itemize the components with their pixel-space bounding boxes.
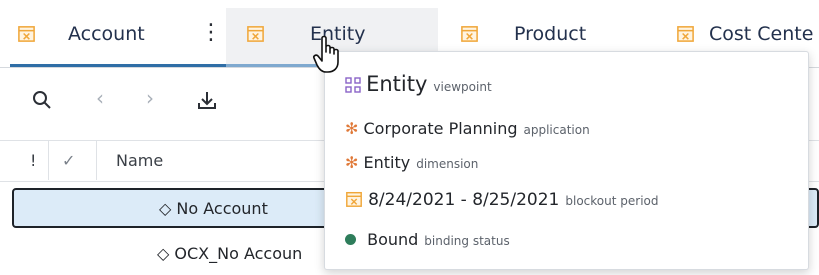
hand-pointer-icon [313,35,339,73]
row-name-text: OCX_No Accoun [174,244,303,263]
popup-binding: Bound [367,230,419,249]
popup-binding-line: Bound binding status [345,230,510,249]
chevron-right-icon[interactable]: › [146,86,154,110]
viewpoint-icon [345,77,361,93]
column-header-check[interactable]: ✓ [62,151,75,170]
calendar-icon [677,26,694,42]
more-vertical-icon[interactable]: ⋮ [200,20,222,45]
column-separator [48,140,49,180]
popup-application-type: application [523,123,590,137]
row-name-cell: ◇ No Account [159,199,268,218]
popup-title: Entity [366,72,428,96]
popup-blockout-line: 8/24/2021 - 8/25/2021 blockout period [345,190,658,210]
calendar-icon [247,26,264,42]
popup-dimension: Entity [363,153,411,172]
tab-product-label: Product [514,23,587,45]
column-header-name[interactable]: Name [116,151,163,170]
calendar-icon [346,191,362,207]
calendar-icon [18,26,35,42]
status-dot-icon [345,234,356,245]
popup-dimension-line: ✻ Entity dimension [345,153,478,172]
download-icon[interactable] [196,89,218,111]
row-name-text: No Account [176,199,268,218]
popup-application-line: ✻ Corporate Planning application [345,119,590,138]
chevron-left-icon[interactable]: ‹ [96,86,104,110]
popup-title-type: viewpoint [433,80,492,94]
tab-account-label: Account [68,23,145,45]
popup-blockout-type: blockout period [565,194,659,208]
popup-viewpoint-line: Entity viewpoint [345,72,492,96]
popup-binding-type: binding status [424,234,510,248]
popup-dimension-type: dimension [416,157,479,171]
entity-info-popup: Entity viewpoint ✻ Corporate Planning appl… [324,51,809,270]
tab-cost-center-label: Cost Cente [709,23,814,45]
tab-account[interactable]: Account ⋮ [0,0,226,66]
application-icon: ✻ [345,119,359,138]
column-header-flag[interactable]: ! [30,151,36,170]
popup-application: Corporate Planning [363,119,518,138]
search-icon[interactable] [32,90,52,110]
calendar-icon [461,26,478,42]
column-separator [96,140,97,180]
row-name-cell: ◇ OCX_No Accoun [157,244,303,263]
popup-blockout: 8/24/2021 - 8/25/2021 [368,190,560,210]
dimension-icon: ✻ [345,153,359,172]
